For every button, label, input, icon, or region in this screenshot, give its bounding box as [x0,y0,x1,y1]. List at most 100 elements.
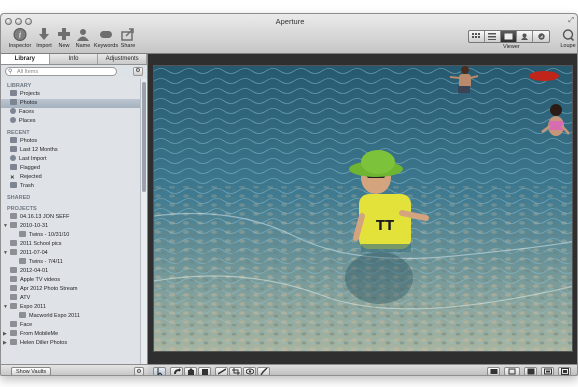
disclosure-open-icon[interactable]: ▼ [3,303,8,312]
project-folder-icon [10,240,17,246]
search-options-gear-icon[interactable]: ⚙ [133,67,143,76]
list-icon [488,33,496,40]
sidebar-item-label: Macworld Expo 2011 [29,313,80,319]
sidebar-item-places[interactable]: Places [1,117,140,126]
sidebar-item-project[interactable]: ▼ 2011-07-04 [1,249,140,258]
disclosure-open-icon[interactable]: ▼ [3,249,8,258]
lift-icon [187,368,194,375]
disclosure-closed-icon[interactable]: ▶ [3,330,7,339]
places-view-button[interactable] [533,31,549,42]
sidebar-item-last-import[interactable]: Last Import [1,155,140,164]
faces-view-button[interactable] [517,31,533,42]
project-folder-icon [10,213,17,219]
sidebar-item-label: Face [20,322,33,328]
main-photo[interactable]: TT [153,65,573,352]
filmstrip-icon [543,368,552,375]
sidebar-item-project[interactable]: Face [1,321,140,330]
fullscreen-view-button[interactable] [524,367,537,375]
viewer-label: Viewer [503,44,520,50]
viewer-view-button[interactable] [501,31,517,42]
sidebar-scrollbar[interactable] [140,79,147,364]
share-button[interactable]: Share [113,28,143,49]
sidebar-item-label: ATV [20,295,31,301]
x-icon: ✕ [10,175,15,181]
sidebar-item-project[interactable]: Apr 2012 Photo Stream [1,285,140,294]
sidebar-item-label: Photos [20,100,38,106]
sidebar-item-project[interactable]: ▶ From MobileMe [1,330,140,339]
viewer-mode-control [468,30,550,43]
straighten-tool-button[interactable] [215,367,228,375]
sidebar-item-label: Apr 2012 Photo Stream [20,286,78,292]
sidebar-item-label: Twins - 10/31/10 [29,232,70,238]
tab-library[interactable]: Library [1,54,50,64]
loupe-icon [562,29,574,41]
crop-tool-button[interactable] [229,367,242,375]
photos-icon [10,137,17,143]
sidebar-item-project[interactable]: ▶ Helen Diller Photos [1,339,140,348]
flag-icon [10,164,17,170]
sidebar-item-project[interactable]: ▼ Expo 2011 [1,303,140,312]
sidebar-item-trash[interactable]: Trash [1,182,140,191]
sidebar-item-project[interactable]: Macworld Expo 2011 [1,312,140,321]
viewer-toolbar [148,364,577,375]
show-vaults-button[interactable]: Show Vaults [11,367,52,375]
sidebar-item-faces[interactable]: Faces [1,108,140,117]
slideshow-button[interactable] [487,367,500,375]
tab-adjustments[interactable]: Adjustments [98,54,148,64]
sidebar-item-project[interactable]: Twins - 10/31/10 [1,231,140,240]
sidebar-item-project[interactable]: Apple TV videos [1,276,140,285]
person-icon [77,29,89,41]
section-header-recent: RECENT [7,130,30,136]
redeye-tool-button[interactable] [243,367,256,375]
sidebar-item-last-12-months[interactable]: Last 12 Months [1,146,140,155]
sidebar-item-photos[interactable]: Photos [1,99,140,108]
filmstrip-button[interactable] [541,367,554,375]
sidebar-item-recent-photos[interactable]: Photos [1,137,140,146]
stamp-tool-button[interactable] [198,367,211,375]
sidebar-item-project[interactable]: 04.16.13 JON SEFF [1,213,140,222]
project-folder-icon [10,294,17,300]
fullscreen-icon[interactable]: ⤢ [568,17,574,25]
sidebar-item-project[interactable]: Twins - 7/4/11 [1,258,140,267]
brush-tool-button[interactable] [257,367,270,375]
sidebar-item-label: Helen Diller Photos [20,340,68,346]
disclosure-open-icon[interactable]: ▼ [3,222,8,231]
sidebar-item-label: 2011 School pics [20,241,62,247]
lake-photo-image: TT [154,66,572,351]
calendar-icon [10,146,17,152]
inspector-tabs: Library Info Adjustments [1,54,148,65]
stack-options-button[interactable] [504,367,520,375]
sidebar-item-label: Flagged [20,165,40,171]
search-icon: ⚲ [8,69,13,75]
sidebar-item-projects[interactable]: Projects [1,90,140,99]
rotate-tool-button[interactable] [170,367,183,375]
sidebar-gear-icon[interactable]: ⚙ [134,367,144,375]
list-view-button[interactable] [485,31,501,42]
photos-icon [10,99,17,105]
project-folder-icon [10,249,17,255]
select-tool-button[interactable] [153,367,166,375]
sidebar-item-project[interactable]: ATV [1,294,140,303]
sidebar-item-flagged[interactable]: Flagged [1,164,140,173]
sidebar-item-label: 2011-07-04 [20,250,48,256]
hud-button[interactable] [558,367,571,375]
tag-icon [100,31,112,38]
album-icon [19,258,26,264]
loupe-button[interactable]: Loupe [558,29,577,49]
slideshow-icon [490,369,497,374]
lift-tool-button[interactable] [184,367,197,375]
sidebar-item-project[interactable]: ▼ 2010-10-31 [1,222,140,231]
sidebar-item-project[interactable]: 2011 School pics [1,240,140,249]
disclosure-closed-icon[interactable]: ▶ [3,339,7,348]
svg-text:i: i [19,31,22,40]
project-list: 04.16.13 JON SEFF ▼ 2010-10-31 Twins - 10/3… [1,213,140,348]
grid-view-button[interactable] [469,31,485,42]
scrollbar-thumb[interactable] [142,82,146,192]
tab-info[interactable]: Info [50,54,99,64]
sidebar-item-rejected[interactable]: ✕ Rejected [1,173,140,182]
sidebar-footer: Show Vaults ⚙ [1,364,148,375]
project-folder-icon [10,303,17,309]
search-input[interactable]: ⚲ All Items [5,67,117,76]
sidebar-item-project[interactable]: 2012-04-01 [1,267,140,276]
project-folder-icon [10,276,17,282]
